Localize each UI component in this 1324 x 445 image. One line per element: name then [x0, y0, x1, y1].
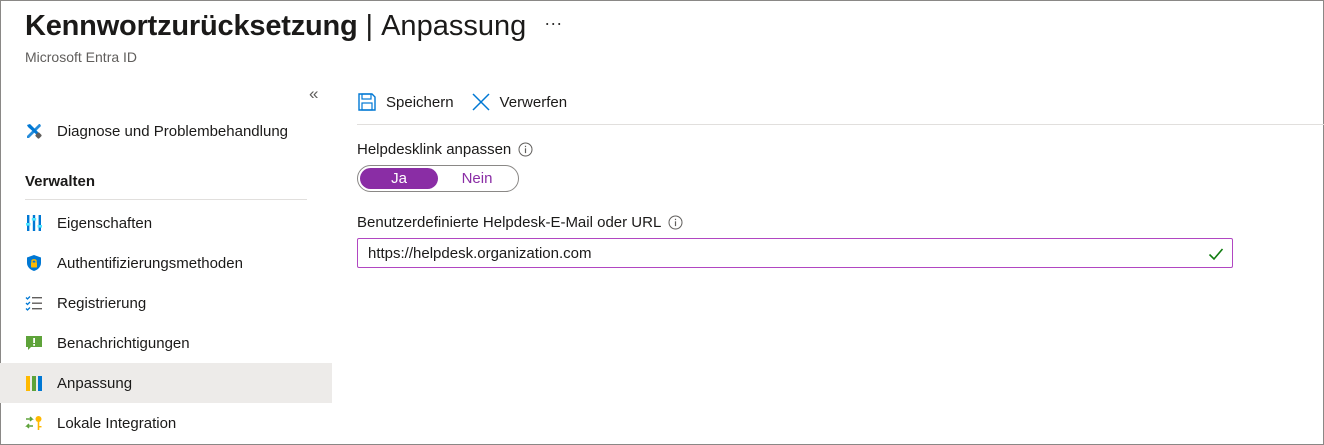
- sync-key-icon: [25, 414, 43, 432]
- sidebar-item-authentifizierungsmethoden[interactable]: Authentifizierungsmethoden: [0, 243, 332, 283]
- collapse-sidebar-icon[interactable]: «: [309, 85, 318, 103]
- checkmark-icon: [1208, 246, 1224, 267]
- customization-icon: [25, 374, 43, 392]
- notification-icon: [25, 334, 43, 352]
- helpdesk-url-label: Benutzerdefinierte Helpdesk-E-Mail oder …: [357, 214, 683, 231]
- save-button-label: Speichern: [386, 93, 454, 111]
- sidebar-item-benachrichtigungen[interactable]: Benachrichtigungen: [0, 323, 332, 363]
- title-separator: |: [365, 10, 374, 42]
- checklist-icon: [25, 294, 43, 312]
- sidebar-item-registrierung[interactable]: Registrierung: [0, 283, 332, 323]
- command-bar: Speichern Verwerfen: [357, 88, 584, 116]
- sidebar-item-label: Diagnose und Problembehandlung: [57, 122, 289, 140]
- info-icon[interactable]: [518, 142, 533, 157]
- toggle-option-nein[interactable]: Nein: [438, 168, 516, 189]
- command-bar-divider: [357, 124, 1324, 125]
- sidebar-item-lokale-integration[interactable]: Lokale Integration: [0, 403, 332, 443]
- shield-lock-icon: [25, 254, 43, 272]
- properties-icon: [25, 214, 43, 232]
- save-button[interactable]: Speichern: [357, 88, 454, 116]
- sidebar-item-anpassung[interactable]: Anpassung: [0, 363, 332, 403]
- wrench-screwdriver-icon: [25, 122, 43, 140]
- sidebar-item-label: Lokale Integration: [57, 414, 177, 432]
- title-row: Kennwortzurücksetzung | Anpassung ···: [25, 10, 562, 43]
- sidebar-item-diagnose[interactable]: Diagnose und Problembehandlung: [0, 111, 332, 151]
- helpdesk-link-label: Helpdesklink anpassen: [357, 141, 533, 158]
- more-options-icon[interactable]: ···: [544, 13, 562, 34]
- page-section-title: Anpassung: [381, 10, 527, 42]
- sidebar-item-label: Anpassung: [57, 374, 133, 392]
- helpdesk-url-input[interactable]: [368, 244, 1188, 262]
- close-icon: [472, 93, 490, 111]
- sidebar-item-label: Benachrichtigungen: [57, 334, 190, 352]
- page-subtitle: Microsoft Entra ID: [25, 49, 138, 65]
- helpdesk-url-label-text: Benutzerdefinierte Helpdesk-E-Mail oder …: [357, 214, 662, 231]
- discard-button[interactable]: Verwerfen: [471, 88, 568, 116]
- discard-button-label: Verwerfen: [499, 93, 568, 111]
- sidebar-section-title: Verwalten: [25, 173, 96, 190]
- sidebar-section-divider: [25, 199, 307, 200]
- helpdesk-url-field: [357, 238, 1233, 268]
- sidebar-item-label: Eigenschaften: [57, 214, 153, 232]
- sidebar-item-label: Registrierung: [57, 294, 147, 312]
- info-icon[interactable]: [668, 215, 683, 230]
- helpdesk-link-label-text: Helpdesklink anpassen: [357, 141, 512, 158]
- page-title: Kennwortzurücksetzung: [25, 10, 358, 42]
- save-icon: [358, 93, 376, 111]
- sidebar-item-eigenschaften[interactable]: Eigenschaften: [0, 203, 332, 243]
- sidebar: Diagnose und Problembehandlung Verwalten…: [0, 111, 332, 443]
- page-header: Kennwortzurücksetzung | Anpassung ··· Mi…: [25, 10, 562, 65]
- toggle-option-ja[interactable]: Ja: [360, 168, 438, 189]
- sidebar-item-label: Authentifizierungsmethoden: [57, 254, 243, 272]
- helpdesk-link-toggle: Ja Nein: [357, 165, 519, 192]
